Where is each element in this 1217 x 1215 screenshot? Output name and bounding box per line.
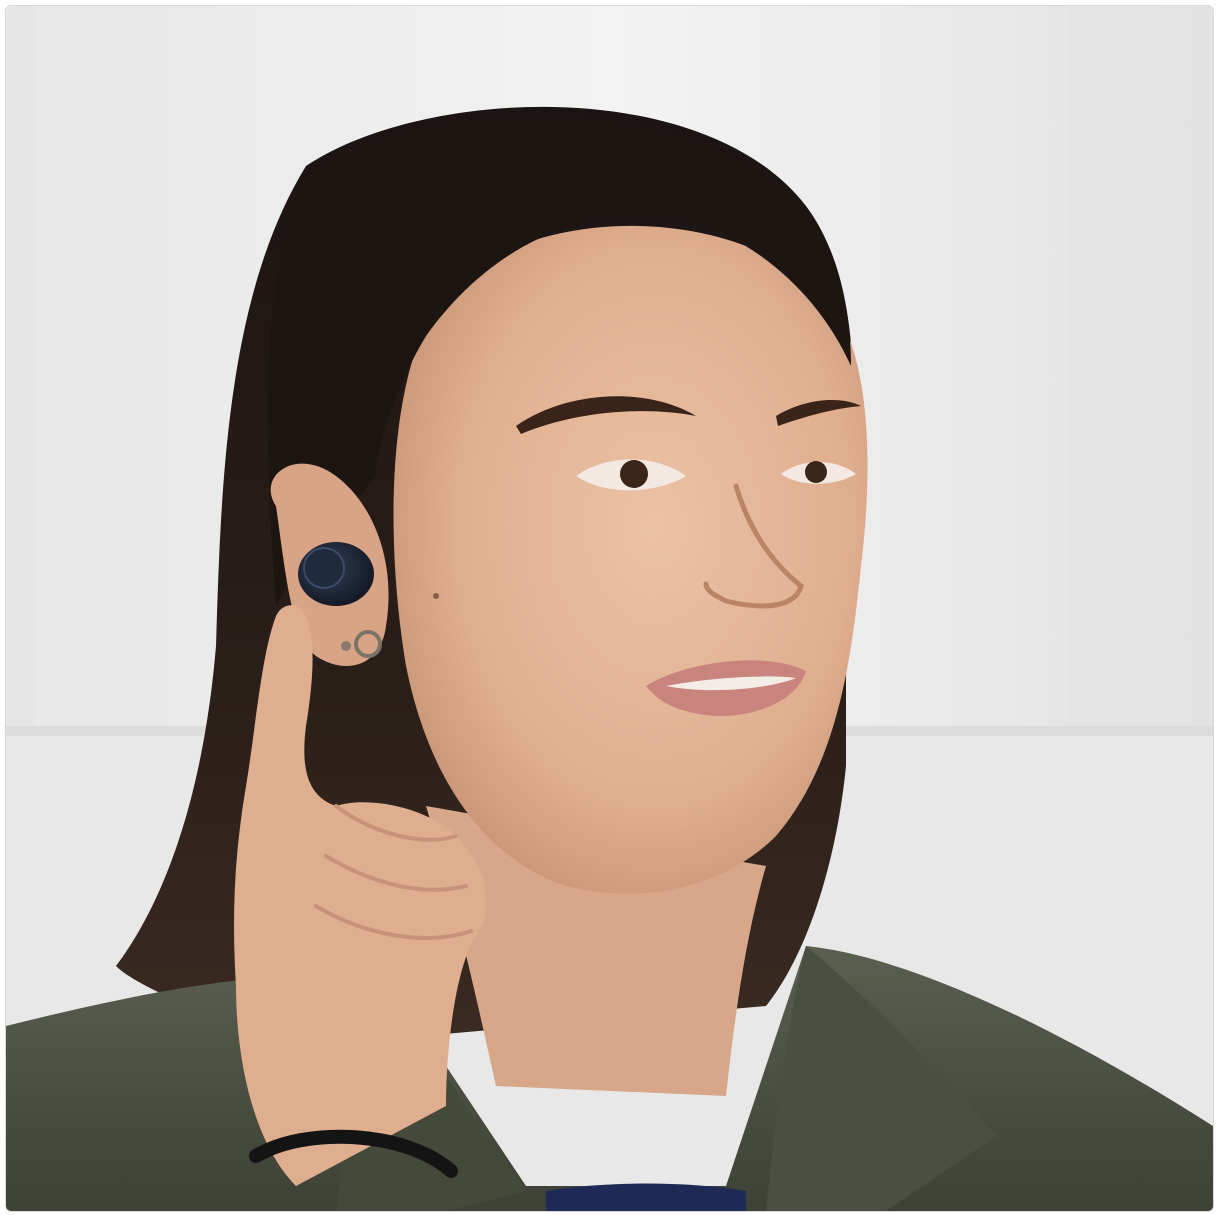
product-image-frame	[5, 5, 1214, 1212]
earbud-touch-surface	[303, 547, 345, 589]
shirt	[546, 1183, 746, 1211]
iris-left	[620, 460, 648, 488]
product-photo	[6, 6, 1213, 1211]
mole	[433, 593, 439, 599]
face	[393, 225, 868, 894]
earbud	[298, 542, 374, 606]
iris-right	[805, 461, 827, 483]
earring-stud	[341, 641, 351, 651]
